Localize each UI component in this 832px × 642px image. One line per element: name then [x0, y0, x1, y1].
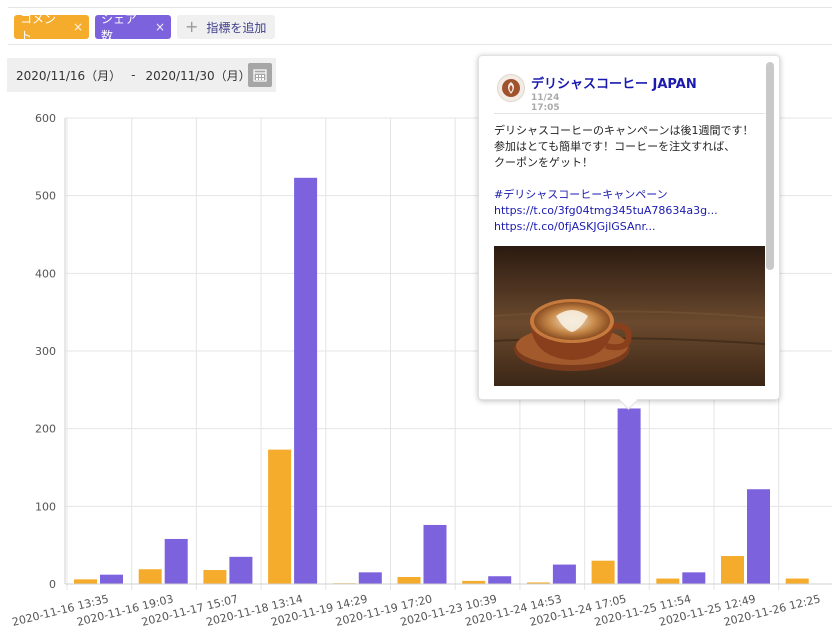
bar-share	[358, 572, 382, 584]
bar-comment	[591, 560, 615, 584]
bar-comment	[656, 578, 680, 584]
y-tick-label: 500	[35, 190, 56, 203]
bar-comment	[721, 556, 744, 584]
brand-logo	[497, 74, 525, 102]
post-photo	[494, 246, 765, 386]
bar-share	[164, 538, 188, 584]
tooltip-line: 参加はとても簡単です！コーヒーを注文すれば、	[494, 140, 736, 153]
y-tick-label: 300	[35, 345, 56, 358]
bar-share	[747, 489, 770, 584]
bar-comment	[268, 449, 292, 584]
bar-share	[229, 556, 253, 584]
tooltip-hashtag[interactable]: #デリシャスコーヒーキャンペーン	[494, 187, 769, 203]
tooltip-body: デリシャスコーヒーのキャンペーンは後1週間です！ 参加はとても簡単です！コーヒー…	[494, 123, 769, 235]
y-tick-label: 100	[35, 500, 56, 513]
tooltip-line: クーポンをゲット！	[494, 156, 593, 169]
tooltip-divider	[494, 113, 765, 114]
y-tick-label: 200	[35, 423, 56, 436]
bar-share	[488, 576, 512, 584]
bar-comment	[203, 570, 227, 584]
bar-share	[682, 572, 706, 584]
bar-comment	[138, 569, 162, 584]
bar-share	[100, 574, 123, 584]
tooltip-link[interactable]: https://t.co/3fg04tmg345tuA78634a3g...	[494, 203, 769, 219]
bar-comment	[74, 579, 97, 584]
bar-comment	[397, 577, 421, 584]
bar-comment	[785, 578, 809, 584]
tooltip-account-name[interactable]: デリシャスコーヒー JAPAN	[531, 73, 731, 92]
bar-share	[294, 177, 318, 584]
tooltip-line: デリシャスコーヒーのキャンペーンは後1週間です！	[494, 124, 754, 137]
y-tick-label: 600	[35, 112, 56, 125]
y-tick-label: 0	[49, 578, 56, 591]
bar-share	[552, 564, 576, 584]
y-tick-label: 400	[35, 267, 56, 280]
tooltip-link[interactable]: https://t.co/0fjASKJGjlGSAnr...	[494, 219, 769, 235]
tooltip-time: 11/24 17:05	[531, 93, 560, 113]
bar-share	[423, 524, 447, 584]
post-tooltip: デリシャスコーヒー JAPAN 11/24 17:05 デリシャスコーヒーのキャ…	[478, 55, 780, 400]
bar-share	[617, 408, 641, 584]
